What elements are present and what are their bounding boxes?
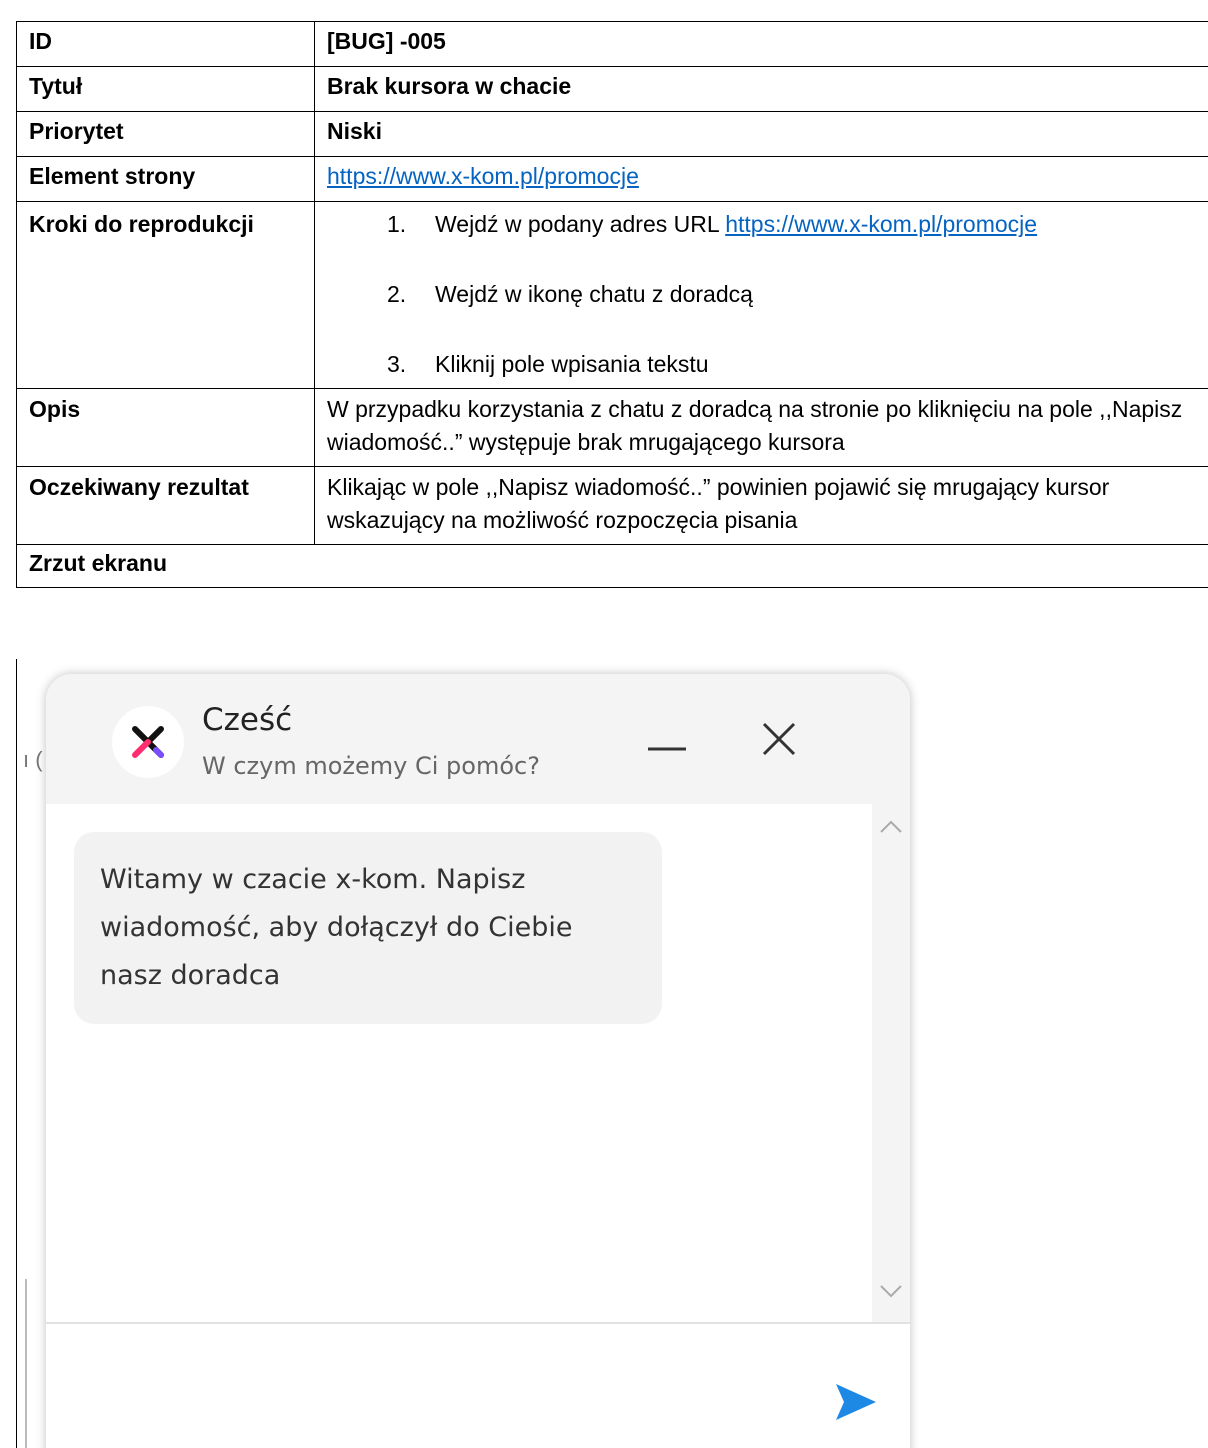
chat-window: Cześć W czym możemy Ci pomóc? Witamy w c… <box>46 674 910 1448</box>
id-value: [BUG] -005 <box>314 21 1208 67</box>
element-value: https://www.x-kom.pl/promocje <box>314 156 1208 202</box>
screenshot-label: Zrzut ekranu <box>16 544 1208 588</box>
chat-messages: Witamy w czacie x-kom. Napisz wiadomość,… <box>46 804 872 1322</box>
step-item: 1. Wejdź w podany adres URL https://www.… <box>387 208 1199 241</box>
priority-value: Niski <box>314 111 1208 157</box>
step-number: 2. <box>387 281 407 307</box>
element-label: Element strony <box>16 156 315 202</box>
step-text-content: Wejdź w podany adres URL <box>435 211 726 237</box>
row-description: Opis W przypadku korzystania z chatu z d… <box>16 388 1208 467</box>
steps-label: Kroki do reprodukcji <box>16 201 315 389</box>
screenshot-area: ı ( Cześć W czym możemy Ci pomóc? Witamy… <box>16 659 1208 1448</box>
chat-header: Cześć W czym możemy Ci pomóc? <box>46 674 910 804</box>
background-divider <box>25 1279 27 1448</box>
chat-message-input[interactable] <box>66 1334 800 1448</box>
chevron-down-icon[interactable] <box>878 1282 904 1302</box>
step-number: 3. <box>387 351 407 377</box>
step-text: Wejdź w podany adres URL https://www.x-k… <box>435 208 1037 241</box>
step-link[interactable]: https://www.x-kom.pl/promocje <box>725 211 1037 237</box>
chat-subtitle: W czym możemy Ci pomóc? <box>202 752 540 780</box>
send-icon[interactable] <box>834 1382 878 1422</box>
description-label: Opis <box>16 388 315 467</box>
minimize-icon[interactable] <box>642 714 692 764</box>
x-kom-logo-icon <box>132 726 164 758</box>
element-link[interactable]: https://www.x-kom.pl/promocje <box>327 163 639 189</box>
title-label: Tytuł <box>16 66 315 112</box>
row-priority: Priorytet Niski <box>16 111 1208 157</box>
chat-scrollbar[interactable] <box>872 804 910 1322</box>
id-label: ID <box>16 21 315 67</box>
chat-composer <box>46 1322 910 1448</box>
title-value: Brak kursora w chacie <box>314 66 1208 112</box>
priority-label: Priorytet <box>16 111 315 157</box>
step-text: Kliknij pole wpisania tekstu <box>435 351 709 377</box>
bug-report-table: ID [BUG] -005 Tytuł Brak kursora w chaci… <box>16 21 1208 588</box>
row-steps: Kroki do reprodukcji 1. Wejdź w podany a… <box>16 201 1208 389</box>
row-id: ID [BUG] -005 <box>16 21 1208 67</box>
welcome-message-bubble: Witamy w czacie x-kom. Napisz wiadomość,… <box>74 832 662 1024</box>
chevron-up-icon[interactable] <box>878 816 904 836</box>
background-text-fragment: ı ( <box>23 747 43 772</box>
row-element: Element strony https://www.x-kom.pl/prom… <box>16 156 1208 202</box>
description-value: W przypadku korzystania z chatu z doradc… <box>314 388 1208 467</box>
chat-greeting: Cześć <box>202 702 293 738</box>
step-item: 3. Kliknij pole wpisania tekstu <box>387 348 1199 381</box>
row-title: Tytuł Brak kursora w chacie <box>16 66 1208 112</box>
close-icon[interactable] <box>754 714 804 764</box>
x-kom-logo <box>112 706 184 778</box>
step-number: 1. <box>387 211 407 237</box>
step-text: Wejdź w ikonę chatu z doradcą <box>435 281 753 307</box>
expected-value: Klikając w pole ,,Napisz wiadomość..” po… <box>314 466 1208 545</box>
steps-list: 1. Wejdź w podany adres URL https://www.… <box>327 208 1199 381</box>
row-expected: Oczekiwany rezultat Klikając w pole ,,Na… <box>16 466 1208 545</box>
row-screenshot: Zrzut ekranu <box>16 544 1208 588</box>
step-item: 2. Wejdź w ikonę chatu z doradcą <box>387 278 1199 311</box>
expected-label: Oczekiwany rezultat <box>16 466 315 545</box>
steps-value: 1. Wejdź w podany adres URL https://www.… <box>314 201 1208 389</box>
